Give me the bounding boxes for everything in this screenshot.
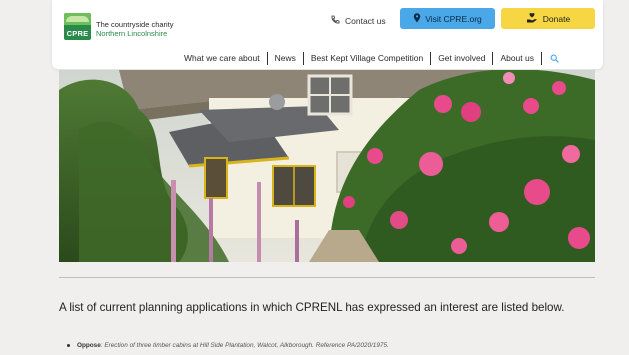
nav-item-news[interactable]: News	[268, 53, 303, 63]
phone-icon	[330, 15, 340, 27]
nav-item-what-we-care-about[interactable]: What we care about	[177, 53, 267, 63]
list-bullet	[67, 343, 70, 347]
logo-text: CPRE	[66, 29, 89, 38]
cpre-logo[interactable]: CPRE	[64, 13, 91, 40]
nav-item-about-us[interactable]: About us	[493, 53, 541, 63]
brand-region: Northern Lincolnshire	[96, 29, 168, 38]
planning-applications-list: Oppose: Erection of three timber cabins …	[67, 342, 607, 349]
nav-item-best-kept-village[interactable]: Best Kept Village Competition	[304, 53, 430, 63]
nav-item-get-involved[interactable]: Get involved	[431, 53, 492, 63]
contact-link[interactable]: Contact us	[330, 12, 386, 30]
list-item-text: : Erection of three timber cabins at Hil…	[100, 342, 389, 349]
content-divider	[59, 277, 595, 278]
map-pin-icon	[413, 12, 421, 25]
list-item: Oppose: Erection of three timber cabins …	[67, 342, 607, 349]
hand-heart-icon	[526, 12, 538, 25]
list-item-status: Oppose	[77, 342, 101, 349]
visit-cpre-button[interactable]: Visit CPRE.org	[400, 8, 495, 29]
contact-label: Contact us	[345, 16, 386, 26]
page: CPRE The countryside charity Northern Li…	[0, 0, 629, 355]
search-icon[interactable]	[542, 54, 559, 63]
donate-button[interactable]: Donate	[501, 8, 595, 29]
hero-cottage-garden-image	[59, 70, 595, 262]
intro-paragraph: A list of current planning applications …	[59, 301, 565, 314]
visit-label: Visit CPRE.org	[425, 13, 482, 24]
logo-landscape	[64, 13, 91, 25]
donate-label: Donate	[542, 13, 571, 24]
main-navigation: What we care about News Best Kept Villag…	[177, 50, 559, 66]
brand-tagline: The countryside charity	[96, 20, 174, 29]
